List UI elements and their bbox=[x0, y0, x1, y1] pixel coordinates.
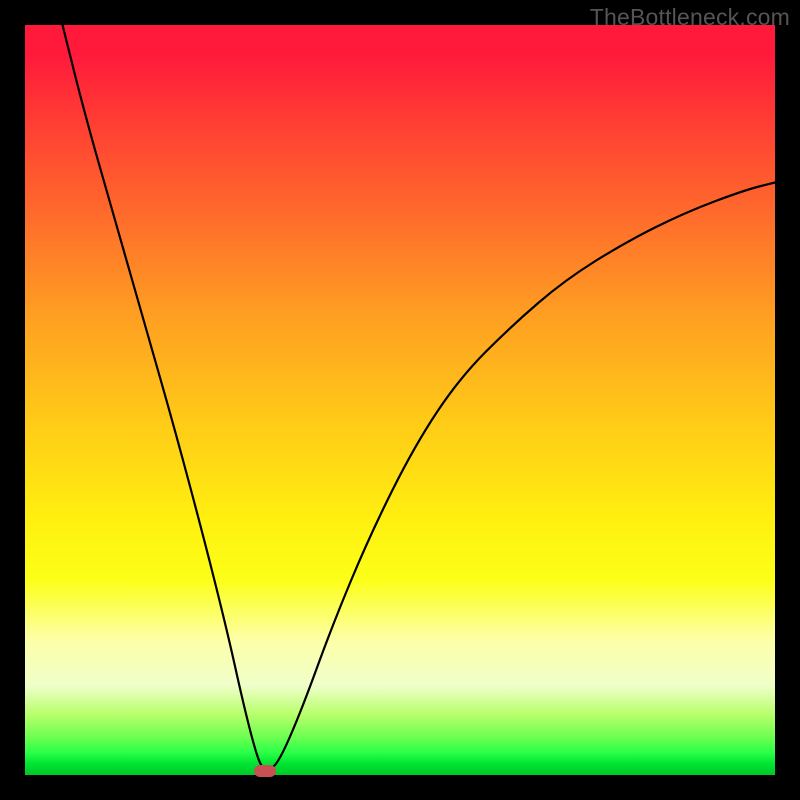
optimal-marker bbox=[254, 765, 276, 777]
watermark-text: TheBottleneck.com bbox=[590, 4, 790, 31]
bottleneck-curve bbox=[25, 25, 775, 775]
chart-frame: TheBottleneck.com bbox=[0, 0, 800, 800]
plot-area bbox=[25, 25, 775, 775]
